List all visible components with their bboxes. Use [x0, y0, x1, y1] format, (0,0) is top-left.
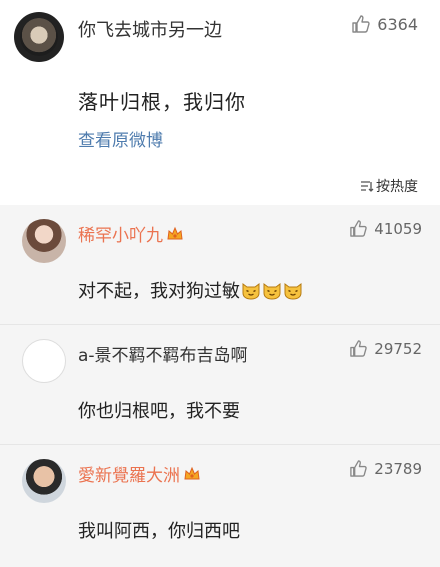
- comment-like-count: 29752: [374, 339, 422, 358]
- comment-author[interactable]: 稀罕小吖九: [78, 221, 184, 246]
- comment-author-name: a-景不羁不羁布吉岛啊: [78, 346, 248, 366]
- comment-author[interactable]: a-景不羁不羁布吉岛啊: [78, 341, 248, 366]
- post-author-name[interactable]: 你飞去城市另一边: [78, 16, 222, 42]
- post-author-avatar[interactable]: [14, 12, 64, 62]
- sort-button[interactable]: 按热度: [360, 176, 418, 196]
- comment-item: a-景不羁不羁布吉岛啊 29752 你也归根吧，我不要: [0, 325, 440, 445]
- original-post: 你飞去城市另一边 6364 落叶归根，我归你 查看原微博 按热度: [0, 0, 440, 205]
- comment-avatar[interactable]: [22, 459, 66, 503]
- comment-author-name: 稀罕小吖九: [78, 226, 163, 246]
- comment-text-content: 对不起，我对狗过敏: [78, 281, 240, 302]
- sort-icon: [361, 181, 374, 192]
- comment-text: 我叫阿西，你归西吧: [78, 517, 240, 543]
- vip-crown-icon: [184, 466, 200, 479]
- sort-label: 按热度: [376, 179, 418, 195]
- comment-avatar[interactable]: [22, 219, 66, 263]
- view-original-link[interactable]: 查看原微博: [78, 126, 163, 151]
- thumbs-up-icon: [350, 340, 368, 357]
- comment-text-content: 我叫阿西，你归西吧: [78, 521, 240, 542]
- comment-like-button[interactable]: 23789: [349, 459, 422, 478]
- comment-like-count: 23789: [374, 459, 422, 478]
- post-like-count: 6364: [377, 14, 418, 34]
- comment-author[interactable]: 愛新覺羅大洲: [78, 461, 201, 486]
- cat-face-emoji: [242, 283, 260, 300]
- cat-face-emoji: [263, 283, 281, 300]
- thumbs-up-icon: [352, 15, 370, 33]
- comment-item: 愛新覺羅大洲 23789 我叫阿西，你归西吧: [0, 445, 440, 564]
- comment-like-button[interactable]: 29752: [349, 339, 422, 358]
- comment-author-name: 愛新覺羅大洲: [78, 466, 180, 486]
- comment-like-count: 41059: [374, 219, 422, 238]
- post-text: 落叶归根，我归你: [78, 90, 246, 114]
- comment-like-button[interactable]: 41059: [349, 219, 422, 238]
- comment-text: 你也归根吧，我不要: [78, 397, 240, 423]
- thumbs-up-icon: [350, 460, 368, 477]
- comment-text: 对不起，我对狗过敏: [78, 277, 303, 303]
- vip-crown-icon: [167, 226, 183, 239]
- comment-text-content: 你也归根吧，我不要: [78, 401, 240, 422]
- cat-face-emoji: [284, 283, 302, 300]
- comment-list: 稀罕小吖九 41059 对不起，我对狗过敏 a-景不羁不羁布吉岛啊 29752 …: [0, 205, 440, 567]
- thumbs-up-icon: [350, 220, 368, 237]
- post-like-button[interactable]: 6364: [351, 14, 418, 34]
- comment-avatar[interactable]: [22, 339, 66, 383]
- comment-item: 稀罕小吖九 41059 对不起，我对狗过敏: [0, 205, 440, 325]
